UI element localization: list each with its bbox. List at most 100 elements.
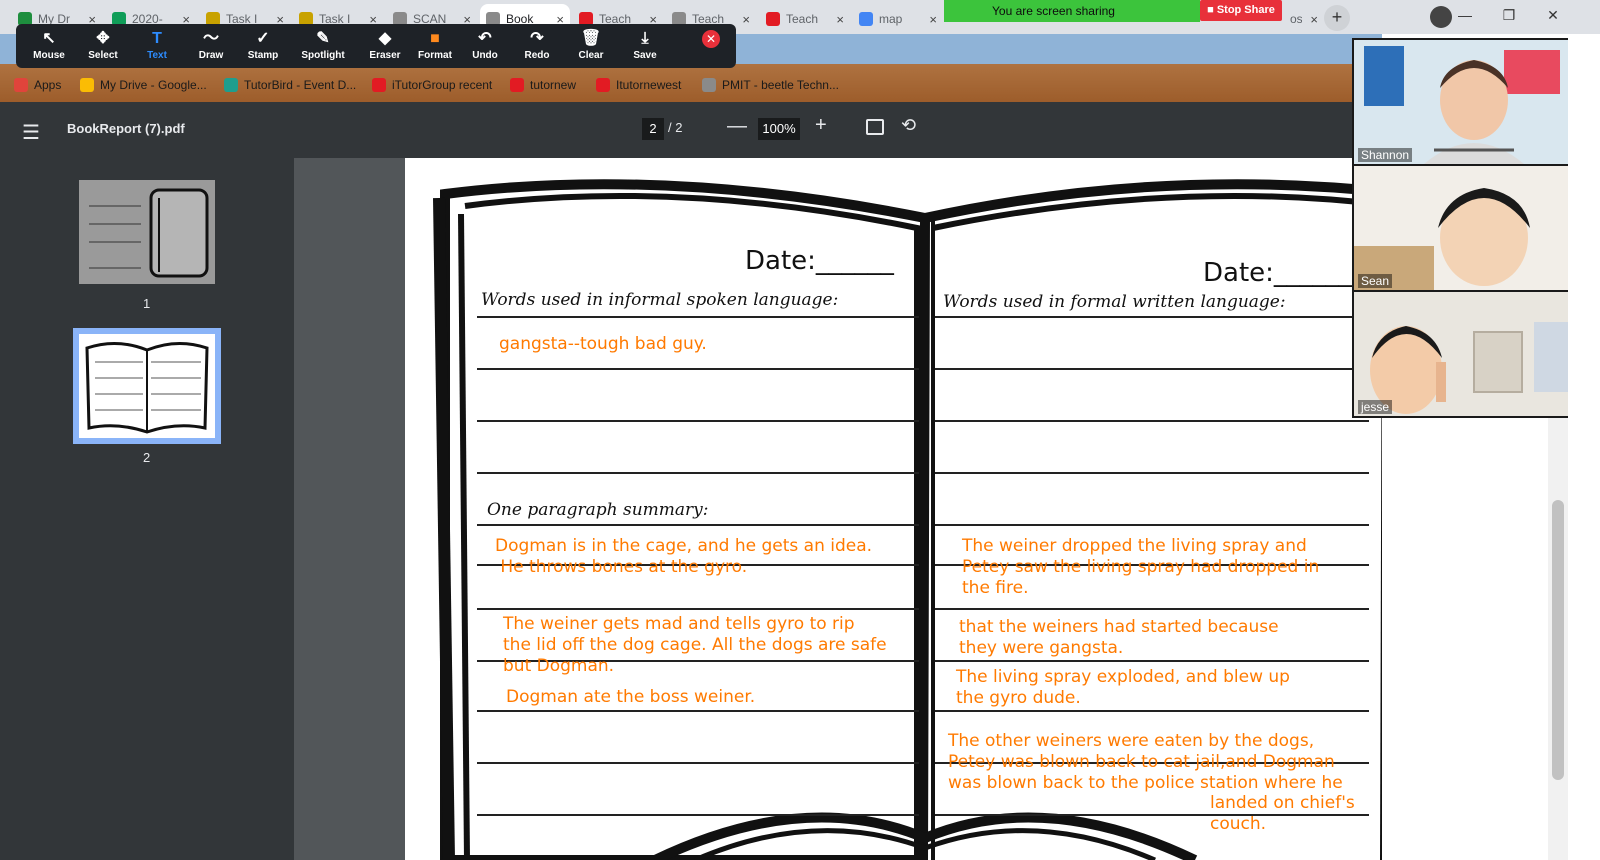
bookmark-label: Itutornewest xyxy=(616,78,682,92)
annotation-close-button[interactable]: ✕ xyxy=(702,30,720,48)
bookmark-favicon-icon xyxy=(14,78,28,92)
rotate-icon[interactable]: ⟲ xyxy=(901,115,916,136)
text-tool-button[interactable]: T Text xyxy=(132,28,182,66)
format-tool-button[interactable]: ■ Format xyxy=(410,28,460,66)
tab-close-icon[interactable]: × xyxy=(929,12,937,27)
redo-tool-button[interactable]: ↷ Redo xyxy=(512,28,562,66)
answer-summary-right-2[interactable]: that the weiners had started because the… xyxy=(959,617,1279,659)
answer-summary-left-2[interactable]: The weiner gets mad and tells gyro to ri… xyxy=(503,614,887,677)
rule-line xyxy=(477,814,919,816)
bookmark-item[interactable]: PMIT - beetle Techn... xyxy=(702,78,839,92)
fit-page-icon[interactable] xyxy=(866,119,884,135)
bookmark-favicon-icon xyxy=(224,78,238,92)
redo-tool-label: Redo xyxy=(524,50,550,61)
video-tile-2[interactable]: Sean xyxy=(1354,166,1568,290)
answer-summary-right-1[interactable]: The weiner dropped the living spray and … xyxy=(962,536,1319,599)
text-icon: T xyxy=(152,30,162,47)
rule-line xyxy=(935,316,1369,318)
thumbnail-sidebar: 1 2 xyxy=(0,158,294,860)
tab-close-icon[interactable]: × xyxy=(836,12,844,27)
zoom-out-button[interactable]: — xyxy=(727,115,747,138)
participant-name: Shannon xyxy=(1358,148,1413,162)
rule-line xyxy=(935,472,1369,474)
tab-partial[interactable]: ost / × xyxy=(1284,4,1324,34)
stop-share-button[interactable]: ■ Stop Share xyxy=(1200,0,1282,21)
close-window-button[interactable]: ✕ xyxy=(1530,0,1576,30)
bookmark-label: Apps xyxy=(34,78,62,92)
tab-partial-title: ost / xyxy=(1290,12,1303,26)
select-tool-button[interactable]: ✥ Select xyxy=(78,28,128,66)
stamp-tool-label: Stamp xyxy=(247,50,279,61)
rule-line xyxy=(935,368,1369,370)
zoom-level-input[interactable]: 100% xyxy=(758,118,800,140)
participant-name: Sean xyxy=(1358,274,1393,288)
bookmark-item[interactable]: Itutornewest xyxy=(596,78,681,92)
tab-close-icon[interactable]: × xyxy=(1310,12,1318,27)
right-date-label: Date:______ xyxy=(1203,258,1352,288)
stamp-icon: ✓ xyxy=(256,30,270,47)
tab-title: map xyxy=(879,12,903,26)
draw-tool-button[interactable]: 〜 Draw xyxy=(186,28,236,66)
video-tile-1[interactable]: Shannon xyxy=(1354,40,1568,164)
new-tab-button[interactable]: + xyxy=(1324,5,1350,31)
answer-summary-right-3[interactable]: The living spray exploded, and blew up t… xyxy=(956,667,1290,709)
sharing-status-text: You are screen sharing xyxy=(992,4,1115,18)
tab-close-icon[interactable]: × xyxy=(742,12,750,27)
answer-informal-word[interactable]: gangsta--tough bad guy. xyxy=(499,334,707,355)
page-number-input[interactable]: 2 xyxy=(642,118,664,140)
answer-summary-right-4-continued[interactable]: landed on chief's couch. xyxy=(1210,793,1355,835)
thumbnail-label-2: 2 xyxy=(143,450,151,465)
undo-icon: ↶ xyxy=(478,30,492,47)
browser-tab[interactable]: Teach × xyxy=(760,4,850,34)
restore-button[interactable]: ❐ xyxy=(1486,0,1532,30)
eraser-tool-button[interactable]: ◆ Eraser xyxy=(360,28,410,66)
mouse-tool-button[interactable]: ↖ Mouse xyxy=(24,28,74,66)
select-icon: ✥ xyxy=(96,30,110,47)
bookmark-item[interactable]: TutorBird - Event D... xyxy=(224,78,356,92)
stamp-tool-button[interactable]: ✓ Stamp xyxy=(238,28,288,66)
undo-tool-button[interactable]: ↶ Undo xyxy=(460,28,510,66)
minimize-button[interactable]: — xyxy=(1442,0,1488,30)
eraser-tool-label: Eraser xyxy=(369,50,401,61)
bookmark-item[interactable]: iTutorGroup recent xyxy=(372,78,492,92)
summary-heading: One paragraph summary: xyxy=(487,500,709,520)
eraser-icon: ◆ xyxy=(378,30,392,47)
clear-tool-button[interactable]: 🗑 Clear xyxy=(566,28,616,66)
bookmark-label: tutornew xyxy=(530,78,577,92)
participant-avatar xyxy=(1354,292,1568,416)
bookmark-favicon-icon xyxy=(80,78,94,92)
clear-icon: 🗑 xyxy=(580,30,602,47)
answer-summary-left-1[interactable]: Dogman is in the cage, and he gets an id… xyxy=(495,536,872,578)
bookmark-item[interactable]: My Drive - Google... xyxy=(80,78,207,92)
page-total: / 2 xyxy=(668,120,683,135)
scrollbar-thumb[interactable] xyxy=(1552,500,1564,780)
zoom-in-button[interactable]: + xyxy=(815,114,827,137)
thumbnail-cover-art xyxy=(79,180,215,284)
participant-avatar xyxy=(1354,166,1568,290)
rule-line xyxy=(935,420,1369,422)
draw-icon: 〜 xyxy=(202,30,219,47)
tab-title: Teach xyxy=(786,12,819,26)
thumbnail-page-2[interactable] xyxy=(73,328,221,444)
thumbnail-book-art xyxy=(79,334,215,438)
bookmark-favicon-icon xyxy=(510,78,524,92)
menu-icon[interactable]: ☰ xyxy=(22,120,40,145)
rule-line xyxy=(477,316,919,318)
spotlight-icon: ✎ xyxy=(316,30,330,47)
bookmark-label: PMIT - beetle Techn... xyxy=(722,78,839,92)
answer-summary-right-4[interactable]: The other weiners were eaten by the dogs… xyxy=(948,731,1343,794)
video-tile-3[interactable]: jesse xyxy=(1354,292,1568,416)
bookmark-label: iTutorGroup recent xyxy=(392,78,493,92)
spotlight-tool-button[interactable]: ✎ Spotlight xyxy=(298,28,348,66)
answer-summary-left-3[interactable]: Dogman ate the boss weiner. xyxy=(506,687,755,708)
rule-line xyxy=(477,710,919,712)
browser-tab[interactable]: map × xyxy=(853,4,943,34)
thumbnail-page-1[interactable] xyxy=(79,180,215,284)
bookmark-item[interactable]: Apps xyxy=(14,78,61,92)
rule-line xyxy=(935,608,1369,610)
bookmark-label: TutorBird - Event D... xyxy=(244,78,357,92)
save-tool-label: Save xyxy=(633,50,657,61)
save-tool-button[interactable]: ⤓ Save xyxy=(620,28,670,66)
format-icon: ■ xyxy=(430,30,440,47)
bookmark-item[interactable]: tutornew xyxy=(510,78,576,92)
